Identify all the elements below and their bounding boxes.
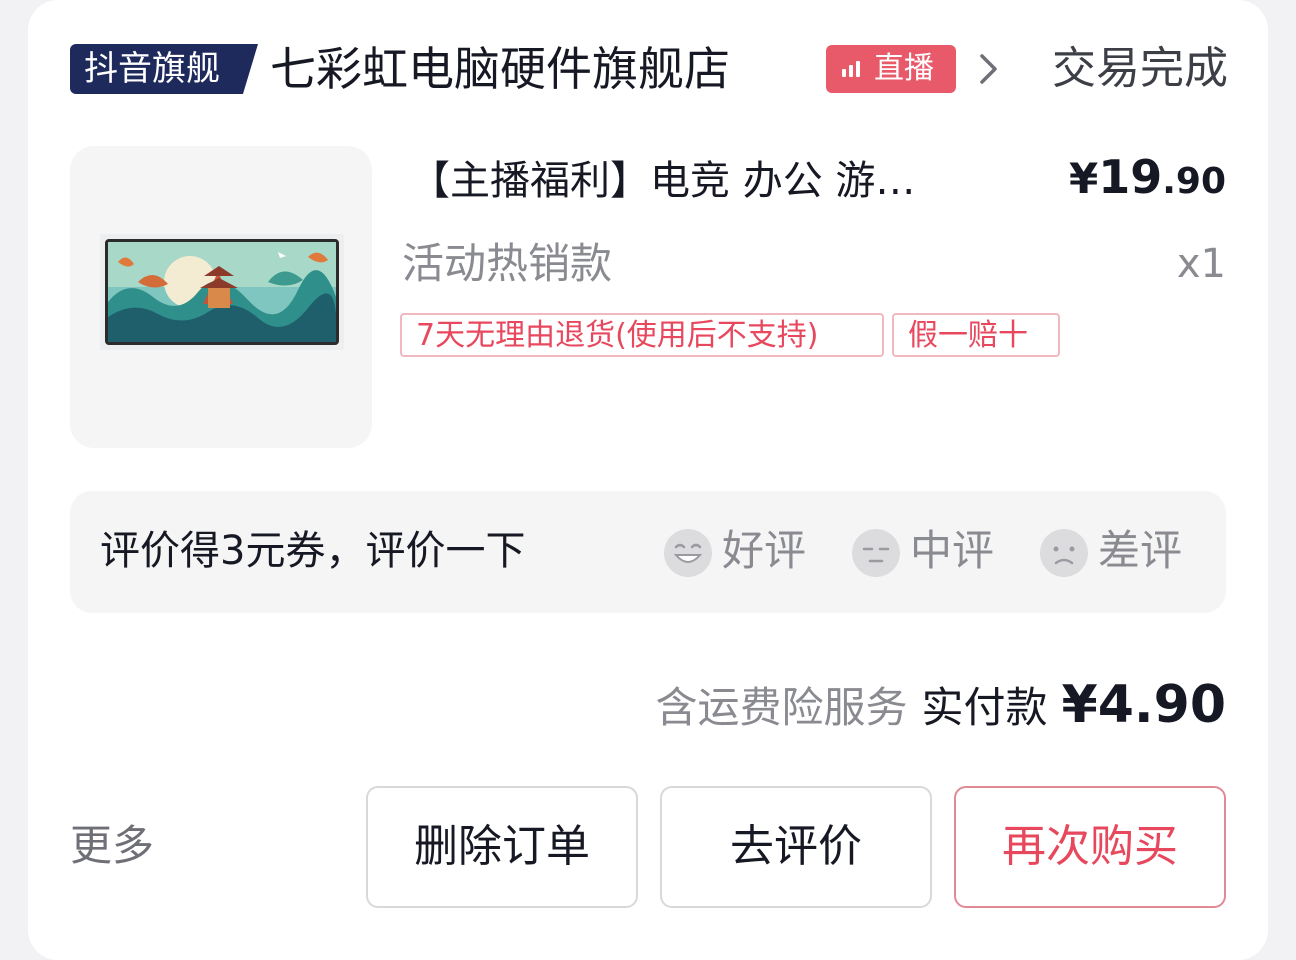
product-sku: 活动热销款 (402, 239, 613, 288)
rate-good-label: 好评 (722, 526, 807, 575)
shipping-insurance-note: 含运费险服务 (655, 683, 908, 732)
rate-good-button[interactable]: 好评 (662, 521, 832, 581)
rate-neutral-button[interactable]: 中评 (850, 521, 1020, 581)
price-decimal: .90 (1162, 161, 1226, 202)
neutral-face-icon (852, 529, 900, 577)
live-badge-label: 直播 (874, 51, 934, 86)
sad-face-icon (1040, 529, 1088, 577)
mousepad-artwork (108, 242, 336, 342)
product-thumbnail[interactable] (70, 146, 372, 448)
rate-neutral-label: 中评 (910, 526, 995, 575)
payment-summary: 含运费险服务 实付款 ¥4.90 (655, 672, 1226, 750)
order-status: 交易完成 (1052, 43, 1228, 94)
happy-face-icon (664, 529, 712, 577)
product-title[interactable]: 【主播福利】电竞 办公 游… (410, 152, 1020, 210)
return-policy-tag: 7天无理由退货(使用后不支持) (400, 313, 884, 357)
review-prompt-box: 评价得3元券，评价一下 好评 中评 差评 (70, 491, 1226, 613)
delete-order-button[interactable]: 删除订单 (366, 786, 638, 908)
rate-bad-label: 差评 (1098, 526, 1183, 575)
live-bars-icon (842, 61, 862, 77)
order-header: 抖音旗舰 七彩虹电脑硬件旗舰店 直播 交易完成 (70, 38, 1228, 100)
paid-amount-value: ¥4.90 (1061, 675, 1226, 735)
paid-amount-label: 实付款 (921, 683, 1048, 732)
more-button[interactable]: 更多 (70, 816, 154, 876)
write-review-button[interactable]: 去评价 (660, 786, 932, 908)
rate-bad-button[interactable]: 差评 (1038, 521, 1208, 581)
shop-name[interactable]: 七彩虹电脑硬件旗舰店 (270, 38, 730, 100)
live-badge[interactable]: 直播 (826, 45, 956, 93)
mousepad-image-frame (100, 234, 344, 350)
douyin-flagship-badge: 抖音旗舰 (70, 44, 258, 94)
price-integer: 19 (1098, 150, 1163, 204)
product-price: ¥19.90 (1069, 150, 1226, 204)
chevron-right-icon[interactable] (976, 52, 1000, 86)
buy-again-button[interactable]: 再次购买 (954, 786, 1226, 908)
product-quantity: x1 (1176, 241, 1226, 287)
authenticity-tag: 假一赔十 (892, 313, 1060, 357)
mousepad-image (105, 239, 339, 345)
price-currency: ¥ (1068, 154, 1099, 203)
review-prompt-text: 评价得3元券，评价一下 (100, 528, 526, 574)
